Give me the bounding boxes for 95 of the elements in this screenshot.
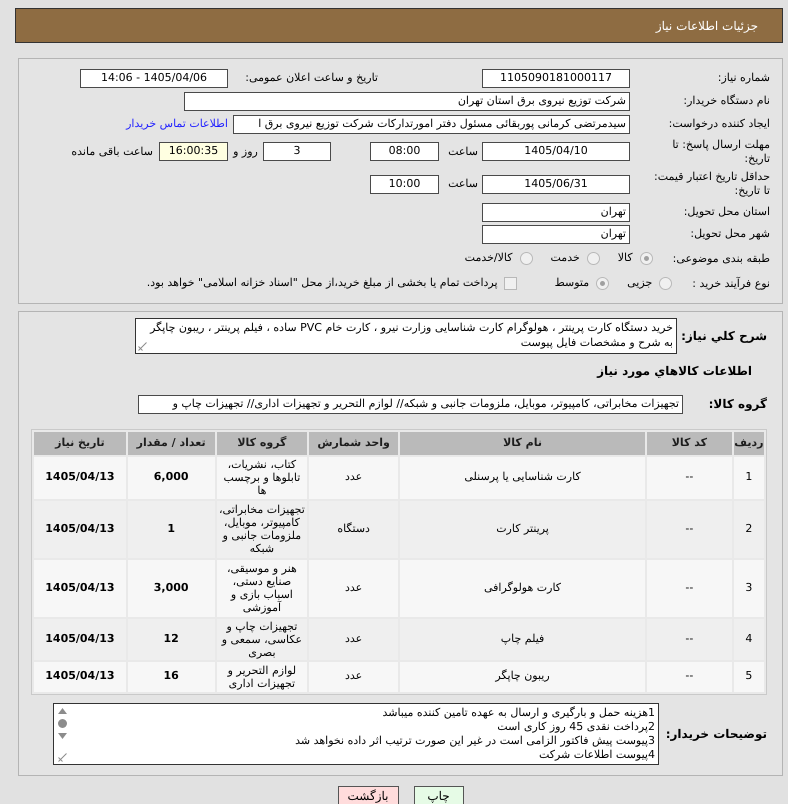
note-line: 4پیوست اطلاعات شرکت [538, 748, 655, 762]
input-field[interactable]: 16:00:35 [159, 142, 228, 161]
table-cell: عدد [309, 560, 398, 616]
column-header: واحد شمارش [309, 432, 398, 454]
table-cell: 1405/04/13 [34, 662, 126, 692]
table-cell: پرینتر کارت [400, 500, 646, 558]
column-header: تعداد / مقدار [128, 432, 215, 454]
description-field[interactable]: خرید دستگاه کارت پرینتر ، هولوگرام کارت شناسایی وزارت نیرو ، کارت خام PVC ساده ، فیلم پرینتر ، ریبون چاپگر به شرح و مشخصات فایل پیوست [135, 318, 677, 354]
print-button[interactable]: چاپ [414, 786, 464, 804]
table-cell: فیلم چاپ [400, 618, 646, 660]
table-cell: -- [647, 456, 732, 498]
contact-link[interactable]: اطلاعات تماس خریدار [126, 116, 228, 132]
note-line: 1هزینه حمل و بارگیری و ارسال به عهده تامین کننده میباشد [381, 706, 655, 720]
table-cell: 1405/04/13 [34, 560, 126, 616]
field-label: تاریخ و ساعت اعلان عمومی: [244, 71, 378, 85]
radio-label: متوسط [554, 275, 590, 292]
checkbox-label: پرداخت تمام یا بخشی از مبلغ خرید،از محل "اسناد خزانه اسلامی" خواهد بود. [146, 275, 498, 292]
input-field[interactable]: 1105090181000117 [482, 68, 630, 88]
back-button[interactable]: بازگشت [338, 786, 398, 804]
input-field[interactable]: 1405/04/06 - 14:06 [80, 68, 228, 88]
table-cell: عدد [309, 456, 398, 498]
note-line: 3پیوست پیش فاکتور الزامی است در غیر این صورت ترتیب اثر داده نخواهد شد [294, 734, 655, 748]
field-label: مهلت ارسال پاسخ: تا تاریخ: [671, 138, 770, 166]
field-label: شهر محل تحویل: [689, 227, 770, 241]
input-field[interactable]: 1405/06/31 [482, 174, 630, 194]
field-label: توضیحات خریدار: [664, 726, 767, 742]
field-label: ساعت [447, 177, 479, 191]
table-cell: 3,000 [128, 560, 215, 616]
page-title: جزئیات اطلاعات نیاز [656, 18, 758, 34]
table-cell: لوازم التحریر و تجهیزات اداری [216, 662, 308, 692]
radio-label: جزیی [627, 275, 652, 292]
table-cell: -- [647, 560, 732, 616]
field-label: طبقه بندی موضوعی: [672, 252, 770, 266]
table-cell: 1405/04/13 [34, 618, 126, 660]
input-field[interactable]: تهران [482, 224, 630, 244]
table-cell: عدد [309, 618, 398, 660]
scroll-thumb-icon[interactable] [58, 718, 66, 728]
input-field[interactable]: شرکت توزیع نیروی برق استان تهران [184, 92, 630, 110]
input-field[interactable]: تهران [482, 202, 630, 222]
column-header: تاریخ نیاز [34, 432, 126, 454]
radio-label: کالا/خدمت [464, 250, 512, 266]
section-heading: اطلاعات کالاهاي مورد نیاز [597, 364, 752, 378]
field-label: شرح کلي نیاز: [680, 328, 767, 345]
input-field[interactable]: 08:00 [370, 142, 439, 161]
table-cell: 1405/04/13 [34, 456, 126, 498]
field-label: نام دستگاه خریدار: [682, 94, 770, 108]
table-cell: کتاب، نشریات، تابلوها و برچسب ها [216, 456, 308, 498]
table-cell: عدد [309, 662, 398, 692]
table-cell: 4 [734, 618, 764, 660]
note-line: 2پرداخت نقدی 45 روز کاری است [496, 720, 655, 734]
column-header: ردیف [734, 432, 764, 454]
table-cell: 1405/04/13 [34, 500, 126, 558]
radio-label: خدمت [550, 250, 580, 266]
input-field[interactable]: 1405/04/10 [482, 142, 630, 161]
scroll-up-icon[interactable] [58, 708, 66, 714]
field-label: نوع فرآیند خرید : [692, 276, 770, 290]
description-text: خرید دستگاه کارت پرینتر ، هولوگرام کارت شناسایی وزارت نیرو ، کارت خام PVC ساده ، فیلم پرینتر ، ریبون چاپگر به شرح و مشخصات فایل پیوست [149, 320, 673, 350]
resize-grip-icon[interactable] [58, 752, 66, 762]
field-label: روز و [232, 144, 259, 158]
table-cell: کارت هولوگرافی [400, 560, 646, 616]
field-label: ساعت [447, 144, 479, 158]
table-cell: 5 [734, 662, 764, 692]
table-cell: 1 [734, 456, 764, 498]
column-header: نام کالا [400, 432, 646, 454]
table-cell: 3 [734, 560, 764, 616]
table-cell: ریبون چاپگر [400, 662, 646, 692]
input-field[interactable]: 10:00 [370, 174, 439, 194]
table-cell: 1 [128, 500, 215, 558]
table-cell: -- [647, 618, 732, 660]
resize-grip-icon[interactable] [138, 342, 147, 351]
field-label: گروه کالا: [708, 396, 767, 413]
input-field[interactable]: سیدمرتضی کرمانی پوربقائی مسئول دفتر امورتدارکات شرکت توزیع نیروی برق ا [233, 114, 630, 134]
table-cell: دستگاه [309, 500, 398, 558]
radio-label: کالا [618, 250, 633, 266]
table-cell: کارت شناسایی یا پرسنلی [400, 456, 646, 498]
input-field[interactable]: 3 [263, 142, 331, 161]
column-header: کد کالا [647, 432, 732, 454]
field-label: حداقل تاریخ اعتبار قیمت: تا تاریخ: [653, 170, 770, 198]
field-label: ساعت باقی مانده [71, 144, 153, 158]
table-cell: -- [647, 662, 732, 692]
field-label: ایجاد کننده درخواست: [668, 117, 770, 131]
field-label: شماره نیاز: [716, 71, 770, 85]
table-cell: 6,000 [128, 456, 215, 498]
column-header: گروه کالا [216, 432, 308, 454]
input-field[interactable]: تجهیزات مخابراتی، کامپیوتر، موبایل، ملزومات جانبی و شبکه// لوازم التحریر و تجهیزات اداری// تجهیزات چاپ و [138, 394, 683, 414]
table-cell: 12 [128, 618, 215, 660]
table-cell: 2 [734, 500, 764, 558]
table-cell: تجهیزات مخابراتی، کامپیوتر، موبایل، ملزومات جانبی و شبکه [216, 500, 308, 558]
table-cell: تجهیزات چاپ و عکاسی، سمعی و بصری [216, 618, 308, 660]
table-cell: -- [647, 500, 732, 558]
scroll-down-icon[interactable] [58, 732, 66, 738]
table-cell: 16 [128, 662, 215, 692]
table-cell: هنر و موسیقی، صنایع دستی، اسباب بازی و آموزشی [216, 560, 308, 616]
notes-field[interactable]: 1هزینه حمل و بارگیری و ارسال به عهده تامین کننده میباشد 2پرداخت نقدی 45 روز کاری است 3پیوست پیش فاکتور الزامی است در غیر این صورت ترتیب اثر داده نخواهد شد 4پیوست اطلاعات شرکت [53, 702, 659, 764]
field-label: استان محل تحویل: [682, 205, 770, 219]
